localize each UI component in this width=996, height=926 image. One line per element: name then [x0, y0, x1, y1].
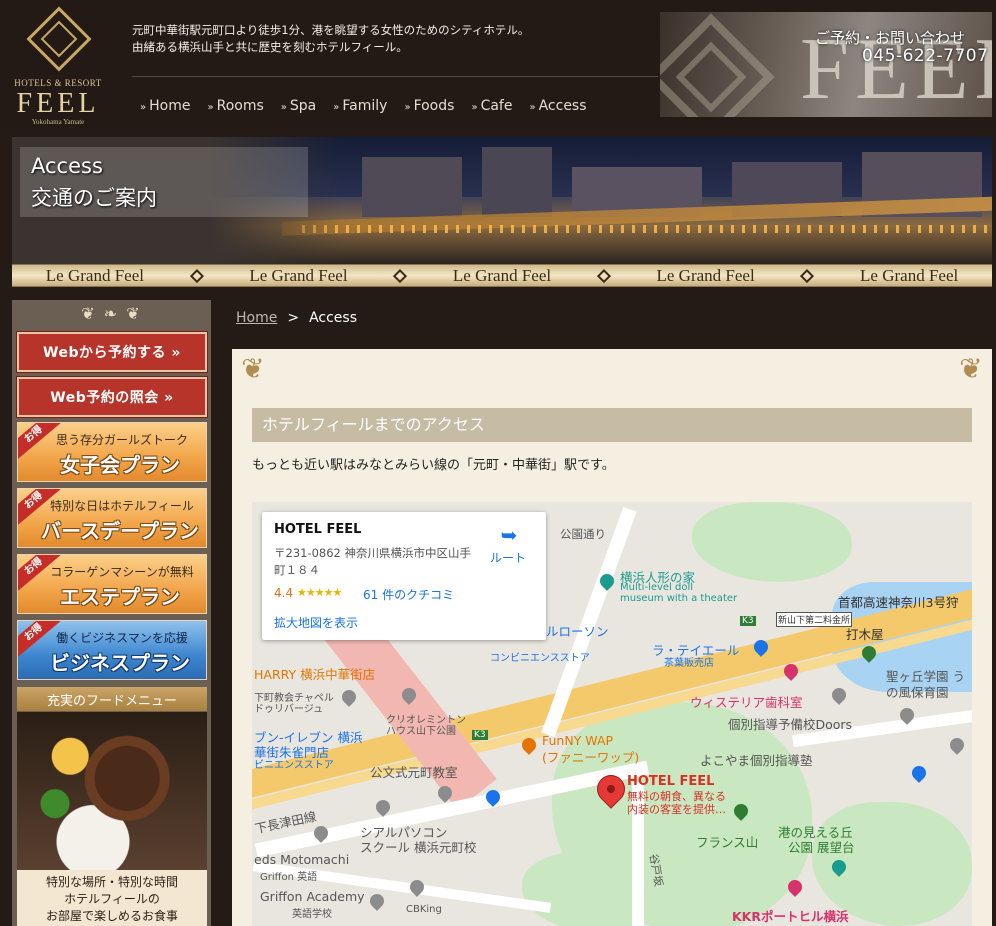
breadcrumb-separator: >: [287, 310, 300, 326]
hero-title-en: Access: [31, 154, 103, 178]
ribbon-text: Le Grand Feel: [249, 265, 348, 285]
hero-title-jp: 交通のご案内: [31, 186, 157, 210]
ribbon-text: Le Grand Feel: [656, 265, 755, 285]
rating-stars-icon: ★★★★★: [297, 586, 342, 599]
hotel-logo[interactable]: HOTELS & RESORT FEEL Yokohama Yamate: [8, 6, 108, 126]
plan-birthday[interactable]: お得 特別な日はホテルフィール バースデープラン: [17, 488, 207, 548]
brand-ribbon: Le Grand Feel Le Grand Feel Le Grand Fee…: [12, 264, 992, 287]
plan-business[interactable]: お得 働くビジネスマンを応援 ビジネスプラン: [17, 620, 207, 680]
food-menu-heading[interactable]: 充実のフードメニュー: [17, 687, 207, 711]
access-intro-text: もっとも近い駅はみなとみらい線の「元町・中華街」駅です。: [252, 458, 615, 473]
hotel-marker-desc: 無料の朝食、異なる 内装の客室を提供…: [627, 790, 726, 816]
plan-subtitle: コラーゲンマシーンが無料: [50, 565, 194, 579]
plan-subtitle: 思う存分ガールズトーク: [55, 433, 188, 447]
corner-ornament-icon: ❦: [959, 352, 983, 385]
web-reserve-button[interactable]: Webから予約する »: [17, 332, 207, 372]
main-nav: » Home » Rooms » Spa » Family » Foods » Cafe »…: [140, 98, 604, 114]
view-larger-map-link[interactable]: 拡大地図を表示: [274, 614, 358, 631]
logo-sub: Yokohama Yamate: [31, 118, 85, 126]
breadcrumb: Home > Access: [236, 310, 357, 326]
nav-rooms[interactable]: » Rooms: [207, 98, 263, 114]
nav-foods[interactable]: » Foods: [404, 98, 454, 114]
hotel-marker-label[interactable]: HOTEL FEEL: [627, 774, 714, 789]
section-title: ホテルフィールまでのアクセス: [252, 408, 972, 442]
plan-title: エステプラン: [60, 585, 180, 609]
ribbon-text: Le Grand Feel: [860, 265, 959, 285]
header-tagline: 元町中華街駅元町口より徒歩1分、港を眺望する女性のためのシティホテル。 由緒ある…: [132, 22, 652, 56]
plan-subtitle: 特別な日はホテルフィール: [50, 499, 194, 513]
logo-tagline: HOTELS & RESORT: [14, 78, 102, 88]
breadcrumb-home-link[interactable]: Home: [236, 310, 277, 326]
plan-subtitle: 働くビジネスマンを応援: [56, 631, 188, 645]
ribbon-diamond-icon: [596, 268, 611, 283]
ribbon-diamond-icon: [393, 268, 408, 283]
food-menu-image[interactable]: [17, 712, 207, 870]
header-divider: [132, 76, 658, 77]
ribbon-diamond-icon: [189, 268, 204, 283]
plan-title: バースデープラン: [41, 519, 199, 543]
directions-link[interactable]: ルート: [490, 549, 526, 566]
place-address: 〒231-0862 神奈川県横浜市中区山手町１８４: [274, 546, 472, 577]
logo-name: FEEL: [16, 88, 100, 119]
contact-phone[interactable]: 045-622-7707: [862, 46, 988, 66]
directions-icon[interactable]: ➥: [498, 524, 520, 546]
nav-cafe[interactable]: » Cafe: [471, 98, 512, 114]
tagline-line-2: 由緒ある横浜山手と共に歴史を刻むホテルフィール。: [132, 40, 408, 54]
place-name: HOTEL FEEL: [274, 522, 362, 537]
corner-ornament-icon: ❦: [241, 352, 265, 385]
ribbon-text: Le Grand Feel: [452, 265, 552, 285]
plan-girls-party[interactable]: お得 思う存分ガールズトーク 女子会プラン: [17, 422, 207, 482]
nav-family[interactable]: » Family: [333, 98, 387, 114]
nav-access[interactable]: » Access: [529, 98, 586, 114]
breadcrumb-current: Access: [309, 310, 358, 326]
place-rating: 4.4: [274, 586, 294, 600]
reviews-link[interactable]: 61 件のクチコミ: [363, 586, 454, 603]
site-header: HOTELS & RESORT FEEL Yokohama Yamate 元町中…: [0, 0, 996, 128]
nav-spa[interactable]: » Spa: [281, 98, 316, 114]
tagline-line-1: 元町中華街駅元町口より徒歩1分、港を眺望する女性のためのシティホテル。: [132, 23, 530, 37]
plan-title: 女子会プラン: [60, 453, 180, 477]
ribbon-diamond-icon: [800, 268, 815, 283]
contact-label: ご予約・お問い合わせ: [815, 29, 966, 47]
web-reservation-lookup-button[interactable]: Web予約の照会 »: [17, 377, 207, 417]
plan-esthe[interactable]: お得 コラーゲンマシーンが無料 エステプラン: [17, 554, 207, 614]
sidebar-ornament-icon: ❦ ❧ ❦: [81, 303, 142, 323]
ribbon-text: Le Grand Feel: [45, 265, 144, 285]
nav-home[interactable]: » Home: [140, 98, 190, 114]
food-menu-caption[interactable]: 特別な場所・特別な時間 ホテルフィールの お部屋で楽しめるお食事: [17, 870, 207, 926]
plan-title: ビジネスプラン: [50, 651, 190, 675]
